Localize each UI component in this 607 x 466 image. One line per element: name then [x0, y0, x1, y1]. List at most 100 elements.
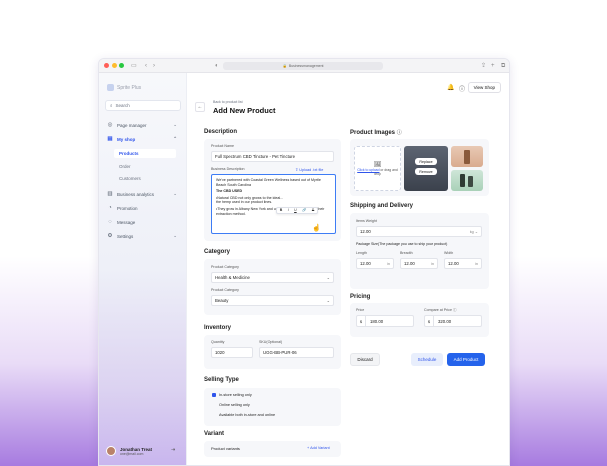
- chevron-down-icon: ⌄: [326, 275, 330, 280]
- selling-option-online[interactable]: Online selling only: [219, 403, 250, 407]
- product-images-card: 🖼 Click to upload or drag and drop Repla…: [350, 139, 489, 196]
- product-category-value: Health & Medicine: [215, 275, 250, 280]
- length-value: 12.00: [360, 261, 371, 266]
- sidebar-subitem-order[interactable]: Order: [114, 162, 176, 171]
- product-category-label: Product Category: [211, 265, 239, 269]
- add-product-button[interactable]: Add Product: [447, 353, 485, 366]
- sidebar: Sprite Plus ⌕ Search ◎ Page manager ⌄ ▤ …: [99, 73, 187, 465]
- search-input[interactable]: ⌕ Search: [105, 100, 181, 111]
- tabs-icon[interactable]: ⧉: [501, 62, 505, 70]
- search-icon: ⌕: [110, 103, 113, 108]
- back-arrow-icon[interactable]: ‹: [145, 62, 147, 70]
- shop-icon: ▤: [107, 136, 113, 142]
- avatar: [106, 446, 116, 456]
- bottle-icon: [460, 174, 465, 187]
- arrow-left-icon: ←: [197, 104, 203, 110]
- sidebar-item-page-manager[interactable]: ◎ Page manager ⌄: [105, 120, 181, 130]
- breadth-value: 12.00: [404, 261, 415, 266]
- sidebar-item-label: Message: [117, 219, 136, 225]
- compare-price-label: Compare at Price ⓘ: [424, 308, 457, 313]
- sidebar-subitem-customers[interactable]: Customers: [114, 174, 176, 183]
- cursor-hand-icon: ☝: [312, 225, 321, 232]
- bullet-2-text-a: •They grow in Albany New York and use: [216, 206, 281, 211]
- schedule-button[interactable]: Schedule: [411, 353, 443, 366]
- business-description-editor[interactable]: We've partnered with Coastal Green Welln…: [211, 174, 336, 234]
- description-card: Product Name Full Spectrum CBD Tincture …: [204, 139, 341, 241]
- breadcrumb[interactable]: Back to product list: [213, 100, 243, 104]
- brand: Sprite Plus: [107, 84, 141, 91]
- strikethrough-button[interactable]: S: [312, 208, 314, 213]
- compare-price-value: 320.00: [438, 318, 452, 324]
- weight-unit-select[interactable]: kg ⌄: [470, 229, 478, 234]
- breadth-input[interactable]: 12.00 in: [400, 258, 438, 269]
- help-icon[interactable]: ⓘ: [459, 84, 465, 93]
- product-image-main[interactable]: Replace Remove: [404, 146, 448, 191]
- selling-option-label: In-store selling only: [219, 393, 252, 397]
- gear-icon: ⚙: [107, 233, 113, 239]
- sku-input[interactable]: UGG-BB-PUR-06: [259, 347, 334, 358]
- compare-price-label-text: Compare at Price: [424, 308, 452, 312]
- product-image-thumb-2[interactable]: [451, 170, 483, 191]
- image-dropzone[interactable]: 🖼 Click to upload or drag and drop: [354, 146, 401, 191]
- sidebar-item-my-shop[interactable]: ▤ My shop ⌃: [105, 134, 181, 144]
- sidebar-item-promotion[interactable]: ◔ Promotion: [105, 203, 181, 213]
- minimize-dot[interactable]: [111, 63, 117, 68]
- upload-txt-link[interactable]: ⇧ Upload .txt file: [295, 167, 323, 172]
- selling-option-both[interactable]: Available both in-store and online: [219, 413, 275, 417]
- compare-price-input[interactable]: $ 320.00: [424, 315, 482, 327]
- bold-button[interactable]: B: [280, 208, 283, 213]
- back-button[interactable]: ←: [195, 102, 205, 112]
- sidebar-item-message[interactable]: ◌ Message: [105, 217, 181, 227]
- forward-arrow-icon[interactable]: ›: [153, 62, 155, 70]
- sku-value: UGG-BB-PUR-06: [263, 350, 297, 355]
- sidebar-item-business-analytics[interactable]: ▥ Business analytics ⌄: [105, 189, 181, 199]
- url-text: Businessmanagement: [288, 64, 324, 68]
- url-bar[interactable]: 🔒 Businessmanagement: [223, 62, 383, 70]
- price-label: Price: [356, 308, 365, 312]
- category-heading: Category: [204, 249, 231, 255]
- sidebar-subitem-products[interactable]: Products: [114, 149, 176, 158]
- product-images-title: Product Images: [350, 130, 396, 136]
- product-category-select[interactable]: Health & Medicine ⌄: [211, 272, 334, 283]
- width-input[interactable]: 12.00 in: [444, 258, 482, 269]
- sidebar-item-settings[interactable]: ⚙ Settings ⌄: [105, 231, 181, 241]
- bell-icon[interactable]: 🔔: [447, 84, 454, 91]
- add-variant-button[interactable]: + Add Variant: [307, 446, 330, 450]
- inventory-heading: Inventory: [204, 325, 232, 331]
- price-input[interactable]: $ 180.00: [356, 315, 414, 327]
- discard-button[interactable]: Discard: [350, 353, 380, 366]
- product-name-input[interactable]: Full Spectrum CBD Tincture - Pet Tinctur…: [211, 151, 334, 162]
- search-placeholder: Search: [115, 103, 130, 108]
- close-dot[interactable]: [104, 63, 109, 68]
- length-label: Length: [356, 251, 367, 255]
- sidebar-toggle-icon[interactable]: ▭: [131, 62, 137, 70]
- underline-button[interactable]: U: [294, 208, 297, 213]
- sidebar-item-label: Promotion: [117, 205, 138, 211]
- price-value: 180.00: [370, 318, 384, 324]
- item-weight-input[interactable]: 12.00 kg ⌄: [356, 226, 482, 237]
- browser-titlebar: ▭ ‹ › ◐ 🔒 Businessmanagement ⇪ + ⧉: [99, 59, 509, 73]
- link-button[interactable]: 🔗: [302, 208, 306, 213]
- selling-option-label: Online selling only: [219, 403, 250, 407]
- maximize-dot[interactable]: [119, 63, 124, 68]
- inventory-card: Quantity 1020 SKU(Optional) UGG-BB-PUR-0…: [204, 335, 341, 369]
- replace-image-button[interactable]: Replace: [415, 158, 437, 165]
- italic-button[interactable]: I: [288, 208, 289, 213]
- product-category-2-select[interactable]: Beauty ⌄: [211, 295, 334, 306]
- quantity-input[interactable]: 1020: [211, 347, 253, 358]
- logout-icon[interactable]: ⇥: [171, 447, 175, 453]
- category-card: Product Category Health & Medicine ⌄ Pro…: [204, 259, 341, 315]
- product-image-thumb-1[interactable]: [451, 146, 483, 167]
- new-tab-icon[interactable]: +: [491, 62, 495, 70]
- user-name: Jonathan Treat: [120, 446, 153, 452]
- product-variants-label: Product variants: [211, 446, 240, 451]
- sidebar-subitem-label: Order: [119, 164, 131, 169]
- checkbox-checked[interactable]: [212, 393, 216, 397]
- selling-option-in-store[interactable]: In-store selling only: [212, 393, 252, 397]
- user-profile[interactable]: Jonathan Treat one@mail.com: [106, 446, 152, 456]
- pricing-card: Price $ 180.00 Compare at Price ⓘ $ 320.…: [350, 303, 489, 337]
- length-input[interactable]: 12.00 in: [356, 258, 394, 269]
- view-shop-button[interactable]: View Shop: [467, 82, 501, 93]
- remove-image-button[interactable]: Remove: [415, 168, 437, 175]
- share-icon[interactable]: ⇪: [481, 62, 486, 70]
